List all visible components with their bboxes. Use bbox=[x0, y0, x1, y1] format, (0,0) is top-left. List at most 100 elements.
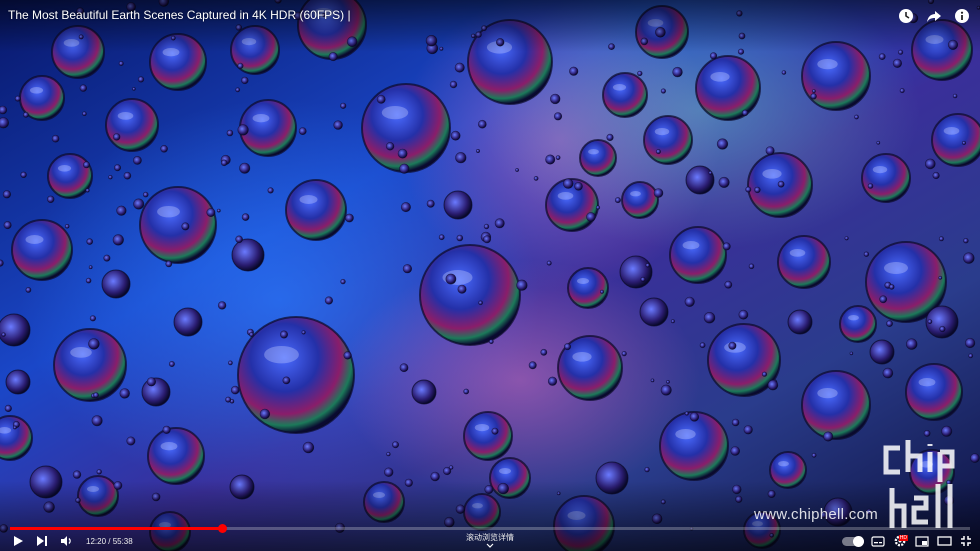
water-droplet-small bbox=[227, 360, 233, 366]
water-droplet-small bbox=[964, 337, 976, 349]
water-droplet-small bbox=[728, 341, 737, 350]
video-title[interactable]: The Most Beautiful Earth Scenes Captured… bbox=[8, 8, 351, 22]
water-droplet-small bbox=[399, 363, 409, 373]
water-drop bbox=[801, 370, 871, 440]
water-droplet-small bbox=[645, 263, 650, 268]
water-droplet-small bbox=[96, 469, 102, 475]
progress-bar[interactable] bbox=[10, 524, 970, 533]
water-droplet-small bbox=[748, 263, 755, 270]
water-droplet-small bbox=[123, 171, 132, 180]
water-drop bbox=[669, 226, 727, 284]
drop-highlight bbox=[675, 429, 696, 440]
video-player[interactable]: The Most Beautiful Earth Scenes Captured… bbox=[0, 0, 980, 551]
water-drop bbox=[931, 113, 980, 167]
progress-played bbox=[10, 527, 222, 530]
water-droplet-small bbox=[606, 133, 614, 141]
share-icon[interactable] bbox=[924, 6, 944, 26]
water-droplet-small bbox=[731, 418, 740, 427]
water-droplet-small bbox=[220, 159, 228, 167]
fullscreen-icon[interactable] bbox=[958, 535, 974, 547]
water-droplet-small bbox=[112, 234, 124, 246]
water-droplet-small bbox=[653, 188, 664, 198]
water-drop bbox=[11, 219, 73, 281]
water-drop bbox=[173, 307, 203, 337]
water-droplet-small bbox=[844, 236, 849, 241]
water-drop bbox=[147, 427, 205, 485]
hd-badge: HD bbox=[898, 535, 908, 541]
drop-highlight bbox=[872, 166, 888, 174]
water-droplet-small bbox=[738, 309, 749, 320]
water-droplet-small bbox=[112, 133, 121, 141]
water-droplet-small bbox=[599, 289, 604, 294]
water-droplet-small bbox=[927, 319, 933, 324]
next-icon[interactable] bbox=[34, 534, 50, 548]
water-droplet-small bbox=[672, 66, 683, 78]
water-droplet-small bbox=[488, 339, 494, 344]
info-icon[interactable] bbox=[952, 6, 972, 26]
water-droplet-small bbox=[741, 109, 749, 117]
water-droplet-small bbox=[206, 208, 216, 218]
water-droplet-small bbox=[924, 158, 936, 170]
scroll-for-details[interactable]: 滚动浏览详情 bbox=[440, 532, 540, 548]
water-droplet-small bbox=[426, 199, 435, 208]
water-drop bbox=[787, 309, 813, 335]
water-droplet-small bbox=[108, 175, 113, 180]
drop-highlight bbox=[299, 195, 318, 204]
water-droplet-small bbox=[491, 427, 499, 435]
water-droplet-small bbox=[854, 114, 859, 120]
water-drop bbox=[361, 83, 451, 173]
water-droplet-small bbox=[899, 88, 905, 94]
water-drop bbox=[659, 411, 729, 481]
water-drop bbox=[777, 235, 831, 289]
water-drop bbox=[602, 72, 648, 118]
water-droplet-small bbox=[670, 319, 675, 324]
water-droplet-small bbox=[267, 187, 274, 194]
top-actions bbox=[896, 6, 972, 26]
settings-icon[interactable]: HD bbox=[892, 535, 908, 547]
theater-icon[interactable] bbox=[936, 535, 952, 547]
miniplayer-icon[interactable] bbox=[914, 535, 930, 547]
water-droplet-small bbox=[438, 234, 445, 241]
drop-highlight bbox=[70, 347, 92, 358]
subtitles-icon[interactable] bbox=[870, 535, 886, 547]
volume-icon[interactable] bbox=[58, 534, 74, 548]
water-droplet-small bbox=[20, 171, 27, 179]
water-droplet-small bbox=[457, 284, 467, 294]
water-droplet-small bbox=[449, 80, 458, 89]
water-drop bbox=[285, 179, 347, 241]
water-droplet-small bbox=[553, 112, 563, 121]
water-droplet-small bbox=[142, 191, 149, 198]
water-droplet-small bbox=[279, 330, 288, 339]
water-drop bbox=[105, 98, 159, 152]
water-droplet-small bbox=[761, 371, 768, 377]
water-drop bbox=[685, 165, 715, 195]
drop-highlight bbox=[252, 114, 270, 123]
water-droplet-small bbox=[614, 197, 621, 204]
water-drop bbox=[47, 153, 93, 199]
watch-later-icon[interactable] bbox=[896, 6, 916, 26]
drop-highlight bbox=[817, 59, 838, 70]
water-droplet-small bbox=[867, 183, 874, 189]
progress-scrubber[interactable] bbox=[217, 524, 227, 533]
water-droplet-small bbox=[939, 325, 946, 333]
water-droplet-small bbox=[888, 284, 895, 290]
water-droplet-small bbox=[684, 296, 695, 307]
autoplay-toggle[interactable] bbox=[842, 535, 864, 547]
water-droplet-small bbox=[555, 155, 561, 160]
water-drop bbox=[619, 255, 653, 289]
water-droplet-small bbox=[886, 320, 893, 327]
water-droplet-small bbox=[540, 348, 548, 356]
water-drop bbox=[101, 269, 131, 299]
water-droplet-small bbox=[569, 66, 579, 76]
water-droplet-small bbox=[103, 254, 111, 262]
water-droplet-small bbox=[963, 252, 975, 264]
play-icon[interactable] bbox=[10, 534, 26, 548]
water-droplet-small bbox=[849, 351, 854, 356]
water-droplet-small bbox=[83, 161, 91, 169]
water-droplet-small bbox=[302, 441, 315, 454]
water-droplet-small bbox=[119, 388, 130, 399]
drop-highlight bbox=[630, 191, 641, 197]
water-droplet-small bbox=[259, 408, 271, 420]
water-droplet-small bbox=[0, 117, 9, 129]
water-droplet-small bbox=[3, 221, 12, 230]
